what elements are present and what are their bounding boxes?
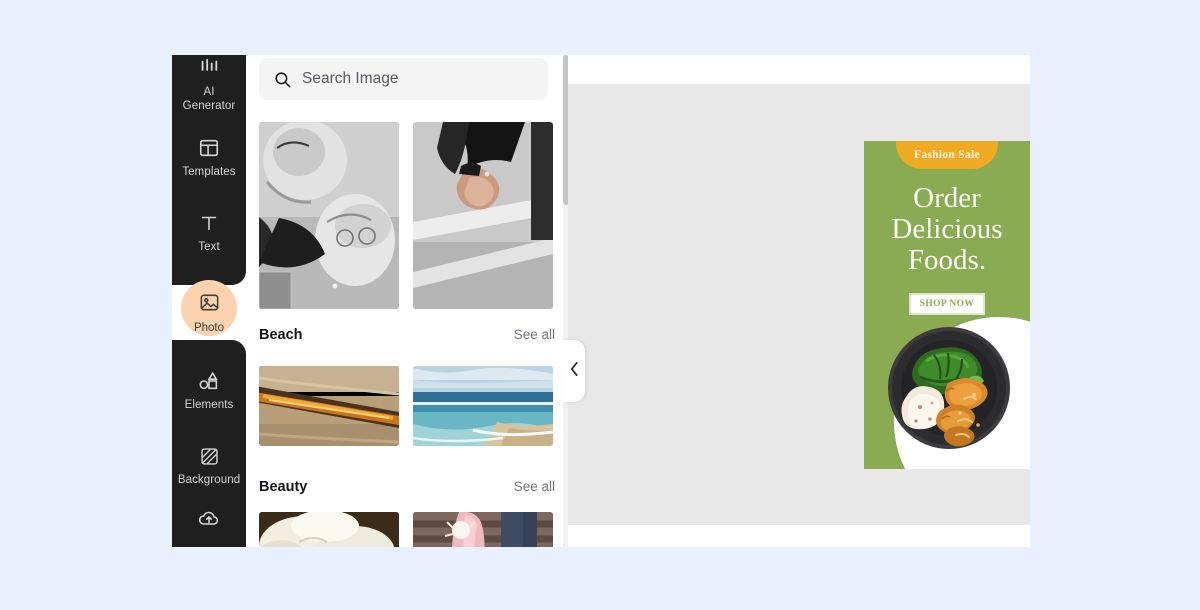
image-results-row-2 bbox=[259, 366, 555, 446]
poster-badge[interactable]: Fashion Sale bbox=[896, 141, 998, 169]
templates-icon bbox=[196, 135, 222, 161]
canvas-workspace: Fashion Sale Order Delicious Foods. SHOP… bbox=[568, 55, 1030, 547]
panel-collapse-button[interactable] bbox=[563, 340, 585, 402]
cloud-upload-icon bbox=[196, 505, 222, 531]
image-thumbnail-ocean-shoreline[interactable] bbox=[413, 366, 553, 446]
chevron-left-icon bbox=[569, 361, 580, 382]
sidebar-item-label-templates: Templates bbox=[182, 166, 236, 178]
sidebar-item-upload[interactable] bbox=[172, 502, 246, 538]
photo-panel: Beach See all bbox=[246, 55, 568, 547]
sidebar-item-label-photo: Photo bbox=[193, 321, 225, 334]
elements-icon bbox=[196, 368, 222, 394]
see-all-beach[interactable]: See all bbox=[514, 327, 555, 342]
image-results-row-1 bbox=[259, 122, 555, 309]
text-icon bbox=[196, 210, 222, 236]
sidebar-item-elements[interactable]: Elements bbox=[172, 352, 246, 428]
poster-badge-label: Fashion Sale bbox=[914, 149, 980, 161]
search-icon bbox=[273, 70, 292, 89]
search-input[interactable] bbox=[302, 70, 532, 88]
sidebar-item-ai-generator[interactable]: AI Generator bbox=[172, 55, 246, 119]
see-all-beauty[interactable]: See all bbox=[514, 479, 555, 494]
sidebar-item-label-elements: Elements bbox=[184, 399, 234, 411]
background-icon bbox=[196, 443, 222, 469]
sidebar-item-text[interactable]: Text bbox=[172, 195, 246, 269]
food-plate-photo[interactable] bbox=[886, 325, 1012, 451]
section-title-beach: Beach bbox=[259, 327, 303, 343]
sidebar-item-label-ai-line1: AI bbox=[203, 86, 215, 98]
shop-now-label: SHOP NOW bbox=[919, 299, 975, 309]
sidebar-item-photo[interactable]: Photo bbox=[172, 271, 246, 354]
ai-generator-icon bbox=[196, 55, 222, 81]
sidebar-item-label-ai-line2: Generator bbox=[182, 100, 236, 112]
image-thumbnail-holding-hands[interactable] bbox=[413, 122, 553, 309]
sidebar-item-background[interactable]: Background bbox=[172, 428, 246, 502]
image-thumbnail-pink-dress[interactable] bbox=[413, 512, 553, 547]
photo-icon bbox=[198, 291, 221, 319]
image-thumbnail-elderly-couple[interactable] bbox=[259, 122, 399, 309]
section-header-beach: Beach See all bbox=[259, 327, 555, 343]
section-title-beauty: Beauty bbox=[259, 479, 308, 495]
sidebar-item-label-background: Background bbox=[177, 474, 241, 486]
search-bar[interactable] bbox=[259, 58, 548, 100]
shop-now-button[interactable]: SHOP NOW bbox=[909, 293, 985, 315]
image-thumbnail-golden-driftwood[interactable] bbox=[259, 366, 399, 446]
sidebar-item-templates[interactable]: Templates bbox=[172, 119, 246, 195]
poster-design[interactable]: Fashion Sale Order Delicious Foods. SHOP… bbox=[864, 141, 1030, 469]
section-header-beauty: Beauty See all bbox=[259, 479, 555, 495]
design-editor-app: AI Generator Templates Text Elements Bac… bbox=[172, 55, 1030, 547]
image-thumbnail-white-flower[interactable] bbox=[259, 512, 399, 547]
poster-headline[interactable]: Order Delicious Foods. bbox=[864, 183, 1030, 276]
sidebar-item-label-text: Text bbox=[198, 241, 220, 253]
image-results-row-3 bbox=[259, 512, 555, 547]
